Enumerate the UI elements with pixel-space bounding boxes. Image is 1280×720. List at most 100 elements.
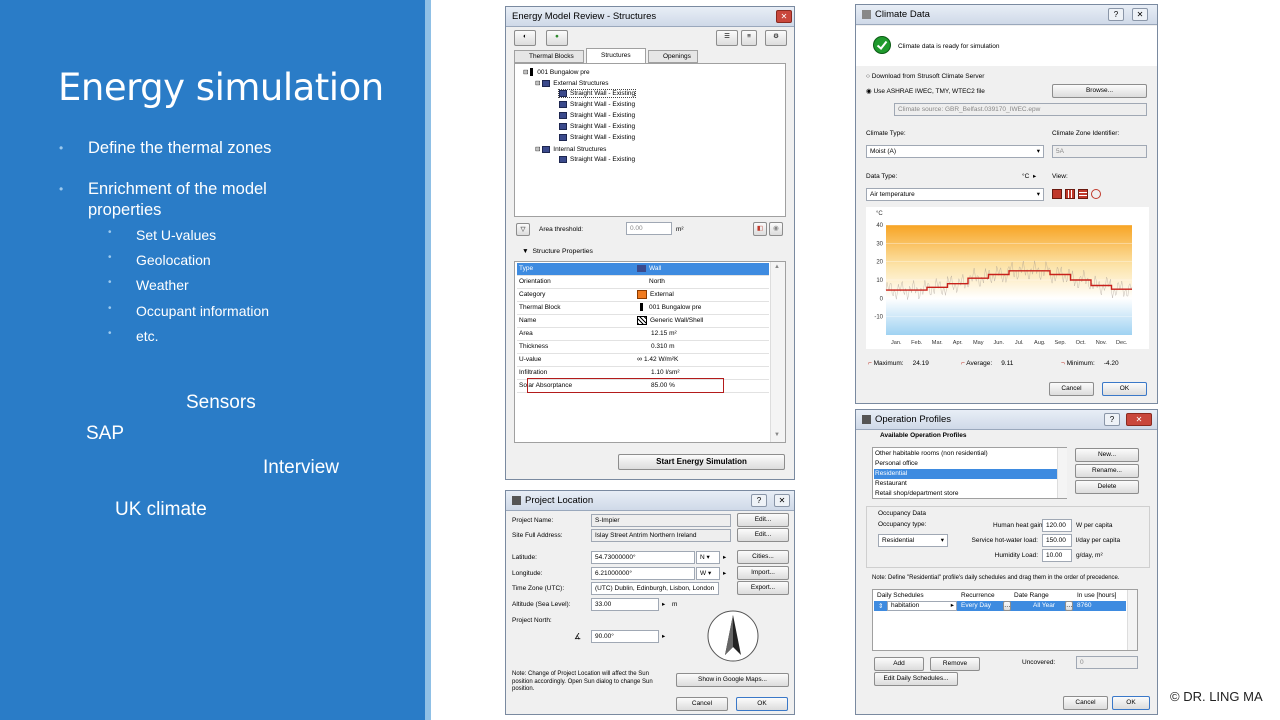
render-icon[interactable]: ◉	[769, 222, 783, 236]
rename-button[interactable]: Rename...	[1075, 464, 1139, 478]
heat-gain-input[interactable]: 120.00	[1042, 519, 1072, 532]
export-button[interactable]: Export...	[737, 581, 789, 595]
prop-row-orientation[interactable]: Orientation North	[517, 276, 769, 289]
prop-row-thickness[interactable]: Thickness 0.310 m	[517, 341, 769, 354]
tree-root[interactable]: ⊟ 001 Bungalow pre	[523, 68, 590, 77]
structures-tree[interactable]: ⊟ 001 Bungalow pre ⊟ External Structures…	[514, 63, 786, 217]
altitude-input[interactable]: 33.00	[591, 598, 659, 611]
edit-site-button[interactable]: Edit...	[737, 528, 789, 542]
view-bar-icon[interactable]	[1052, 189, 1062, 199]
radio-use-file[interactable]: ◉ Use ASHRAE IWEC, TMY, WTEC2 file	[866, 87, 985, 95]
hot-water-input[interactable]: 150.00	[1042, 534, 1072, 547]
altitude-arrow-icon[interactable]: ▸	[662, 600, 665, 608]
north-input[interactable]: 90.00°	[591, 630, 659, 643]
data-type-select[interactable]: Air temperature ▾	[866, 188, 1044, 201]
occupancy-type-select[interactable]: Residential ▾	[878, 534, 948, 547]
unit-arrow-icon[interactable]: ▸	[1033, 172, 1036, 180]
tree-view-icon[interactable]: ☰	[716, 30, 738, 46]
area-threshold-input[interactable]: 0.00	[626, 222, 672, 235]
tree-external-group[interactable]: ⊟ External Structures	[535, 79, 609, 87]
longitude-input[interactable]: 6.21000000°	[591, 567, 695, 580]
tab-openings[interactable]: Openings	[648, 50, 698, 63]
list-view-icon[interactable]: ≡	[741, 30, 757, 46]
view-clock-icon[interactable]	[1091, 189, 1101, 199]
latitude-input[interactable]: 54.73000000°	[591, 551, 695, 564]
lat-arrow-icon[interactable]: ▸	[723, 553, 726, 561]
profile-item[interactable]: Other habitable rooms (non residential)	[875, 450, 988, 457]
scroll-up-icon[interactable]: ▲	[774, 264, 780, 270]
delete-button[interactable]: Delete	[1075, 480, 1139, 494]
scrollbar[interactable]	[1127, 590, 1137, 650]
cancel-button[interactable]: Cancel	[1049, 382, 1094, 396]
humidity-input[interactable]: 10.00	[1042, 549, 1072, 562]
prop-row-uvalue[interactable]: U-value ∞ 1.42 W/m²K	[517, 354, 769, 367]
tree-item-int-0[interactable]: Straight Wall - Existing	[559, 156, 635, 163]
tab-structures[interactable]: Structures	[586, 48, 646, 63]
timezone-select[interactable]: (UTC) Dublin, Edinburgh, Lisbon, London	[591, 582, 719, 595]
view-list-icon[interactable]	[1078, 189, 1088, 199]
ok-button[interactable]: OK	[1112, 696, 1150, 710]
props-header[interactable]: ▼ Structure Properties	[522, 248, 593, 255]
tree-item-ext-2[interactable]: Straight Wall - Existing	[559, 112, 635, 119]
latitude-dir-select[interactable]: N ▾	[696, 551, 720, 564]
import-button[interactable]: Import...	[737, 566, 789, 580]
browse-button[interactable]: Browse...	[1052, 84, 1147, 98]
drag-handle-icon[interactable]: ⇕	[878, 602, 883, 610]
scroll-down-icon[interactable]: ▼	[774, 432, 780, 438]
close-icon[interactable]: ✕	[1126, 413, 1152, 426]
cancel-button[interactable]: Cancel	[1063, 696, 1108, 710]
date-range-value[interactable]: All Year	[1033, 602, 1055, 609]
tree-item-ext-4[interactable]: Straight Wall - Existing	[559, 134, 635, 141]
filter-icon[interactable]: ▽	[516, 223, 530, 236]
close-icon[interactable]: ✕	[776, 10, 792, 23]
date-more-button[interactable]: …	[1065, 601, 1073, 611]
edit-schedules-button[interactable]: Edit Daily Schedules...	[874, 672, 958, 686]
recurrence-more-button[interactable]: …	[1003, 601, 1011, 611]
tree-internal-group[interactable]: ⊟ Internal Structures	[535, 145, 606, 153]
palette-icon[interactable]: ◐	[514, 30, 536, 46]
close-icon[interactable]: ✕	[1132, 8, 1148, 21]
ok-button[interactable]: OK	[736, 697, 788, 711]
ok-button[interactable]: OK	[1102, 382, 1147, 396]
recurrence-value[interactable]: Every Day	[961, 602, 991, 609]
view-grid-icon[interactable]	[1065, 189, 1075, 199]
start-simulation-button[interactable]: Start Energy Simulation	[618, 454, 785, 470]
help-icon[interactable]: ?	[751, 494, 767, 507]
longitude-dir-select[interactable]: W ▾	[696, 567, 720, 580]
new-button[interactable]: New...	[1075, 448, 1139, 462]
tree-item-ext-1[interactable]: Straight Wall - Existing	[559, 101, 635, 108]
cancel-button[interactable]: Cancel	[676, 697, 728, 711]
prop-row-name[interactable]: Name Generic Wall/Shell	[517, 315, 769, 328]
daily-schedule-select[interactable]: habitation ▸	[887, 601, 957, 611]
close-icon[interactable]: ✕	[774, 494, 790, 507]
climate-type-select[interactable]: Moist (A) ▾	[866, 145, 1044, 158]
edit-name-button[interactable]: Edit...	[737, 513, 789, 527]
scrollbar[interactable]	[1057, 448, 1067, 498]
radio-download[interactable]: ○ Download from Strusoft Climate Server	[866, 73, 984, 80]
remove-button[interactable]: Remove	[930, 657, 980, 671]
google-maps-button[interactable]: Show in Google Maps...	[676, 673, 789, 687]
refresh-icon[interactable]: ●	[546, 30, 568, 46]
profile-item[interactable]: Retail shop/department store	[875, 490, 958, 497]
color-mode-icon[interactable]: ◧	[753, 222, 767, 236]
add-button[interactable]: Add	[874, 657, 924, 671]
prop-row-type[interactable]: Type Wall	[517, 263, 769, 276]
profile-item[interactable]: Restaurant	[875, 480, 907, 487]
prop-row-thermal-block[interactable]: Thermal Block 001 Bungalow pre	[517, 302, 769, 315]
tab-thermal-blocks[interactable]: Thermal Blocks	[514, 50, 584, 63]
north-arrow-icon[interactable]: ▸	[662, 632, 665, 640]
prop-row-category[interactable]: Category External	[517, 289, 769, 302]
compass-icon[interactable]	[706, 609, 760, 663]
prop-row-area[interactable]: Area 12.15 m²	[517, 328, 769, 341]
profile-item-selected[interactable]: Residential	[875, 470, 907, 477]
scrollbar[interactable]: ▲ ▼	[770, 262, 785, 442]
profile-list[interactable]: Other habitable rooms (non residential) …	[872, 447, 1067, 499]
help-icon[interactable]: ?	[1104, 413, 1120, 426]
gear-icon[interactable]: ⚙	[765, 30, 787, 46]
tree-item-ext-3[interactable]: Straight Wall - Existing	[559, 123, 635, 130]
tree-item-ext-0[interactable]: Straight Wall - Existing	[557, 88, 637, 99]
lon-arrow-icon[interactable]: ▸	[723, 569, 726, 577]
help-icon[interactable]: ?	[1108, 8, 1124, 21]
profile-item[interactable]: Personal office	[875, 460, 918, 467]
cities-button[interactable]: Cities...	[737, 550, 789, 564]
